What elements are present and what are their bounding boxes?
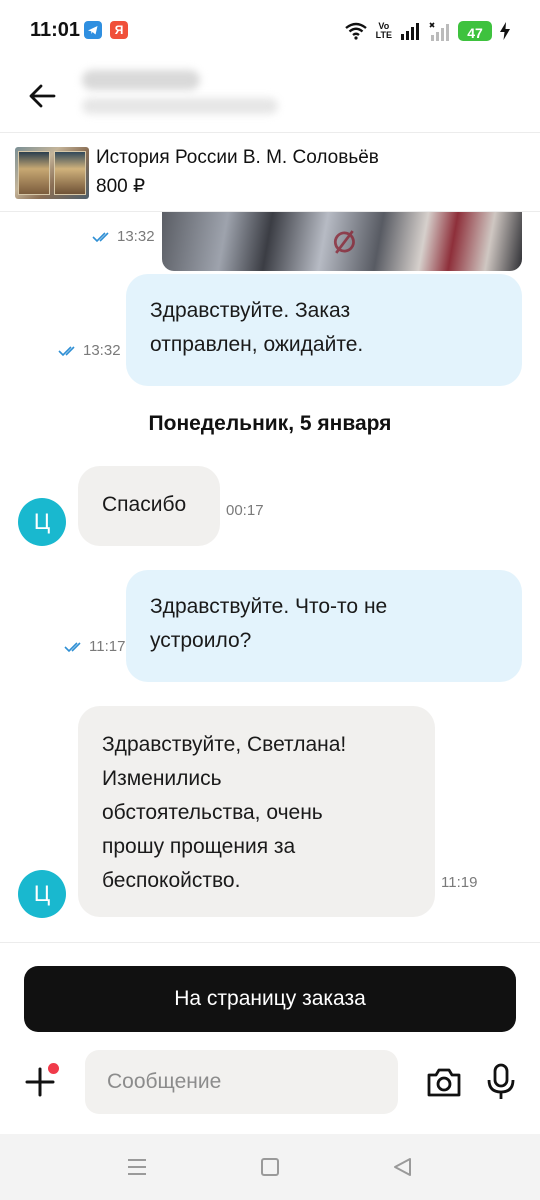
book-cover-image bbox=[18, 151, 50, 195]
product-price: 800 ₽ bbox=[96, 176, 146, 197]
message-text-line: Здравствуйте, Светлана! bbox=[102, 733, 347, 756]
signal-icon bbox=[401, 23, 419, 40]
message-bubble-incoming[interactable]: Спасибо bbox=[78, 466, 220, 546]
chat-header bbox=[0, 62, 540, 132]
message-text-line: прошу прощения за bbox=[102, 835, 296, 858]
double-check-icon bbox=[64, 641, 81, 652]
message-meta: 11:19 bbox=[441, 874, 477, 891]
system-back-button[interactable] bbox=[390, 1154, 416, 1180]
double-check-icon bbox=[92, 231, 109, 242]
wifi-icon bbox=[344, 22, 367, 40]
microphone-button[interactable] bbox=[484, 1062, 518, 1102]
status-icons: Vo LTE 47 bbox=[344, 18, 510, 44]
system-nav-bar bbox=[0, 1134, 540, 1200]
square-icon bbox=[261, 1158, 279, 1176]
menu-icon bbox=[128, 1159, 146, 1175]
charging-icon bbox=[500, 22, 510, 40]
message-meta: 13:32 bbox=[58, 342, 121, 359]
message-time: 11:19 bbox=[441, 874, 478, 891]
recents-button[interactable] bbox=[124, 1154, 150, 1180]
back-button[interactable] bbox=[24, 78, 60, 114]
message-text-line: отправлен, ожидайте. bbox=[150, 333, 364, 356]
camera-button[interactable] bbox=[425, 1064, 463, 1100]
avatar[interactable]: Ц bbox=[18, 870, 66, 918]
microphone-icon bbox=[487, 1063, 515, 1099]
message-time: 00:17 bbox=[226, 502, 264, 519]
product-title: История России В. М. Соловьёв bbox=[96, 147, 379, 168]
message-text-line: Спасибо bbox=[102, 493, 187, 516]
go-to-order-button[interactable]: На страницу заказа bbox=[24, 966, 516, 1032]
volte-indicator: Vo LTE bbox=[375, 21, 392, 40]
message-time: 13:32 bbox=[117, 228, 155, 245]
message-input[interactable] bbox=[85, 1050, 398, 1114]
notification-dot bbox=[48, 1063, 59, 1074]
message-text-line: Здравствуйте. Что-то не bbox=[150, 595, 388, 618]
signal-weak-icon bbox=[429, 22, 449, 41]
message-text-line: обстоятельства, очень bbox=[102, 801, 323, 824]
chat-messages[interactable]: 13:32 ⌀ 13:32 Здравствуйте. Заказ отправ… bbox=[0, 212, 540, 942]
message-text-line: Изменились bbox=[102, 767, 222, 790]
status-bar: 11:01 Я Vo LTE 47 bbox=[0, 0, 540, 62]
photo-content: ⌀ bbox=[328, 214, 360, 264]
avatar[interactable]: Ц bbox=[18, 498, 66, 546]
battery-indicator: 47 bbox=[458, 21, 492, 41]
message-meta: 11:17 bbox=[64, 638, 125, 655]
day-separator: Понедельник, 5 января bbox=[148, 412, 392, 435]
message-text-line: беспокойство. bbox=[102, 869, 241, 892]
message-time: 13:32 bbox=[83, 342, 121, 359]
camera-icon bbox=[427, 1068, 461, 1097]
product-card[interactable]: История России В. М. Соловьёв 800 ₽ bbox=[0, 132, 540, 212]
message-bubble-outgoing[interactable]: Здравствуйте. Что-то не устроило? bbox=[126, 570, 522, 682]
message-bubble-incoming[interactable]: Здравствуйте, Светлана! Изменились обсто… bbox=[78, 706, 435, 917]
arrow-left-icon bbox=[29, 84, 56, 108]
message-text-line: Здравствуйте. Заказ bbox=[150, 299, 351, 322]
double-check-icon bbox=[58, 345, 75, 356]
divider bbox=[0, 942, 540, 943]
triangle-back-icon bbox=[394, 1158, 411, 1176]
contact-name-blurred bbox=[82, 70, 200, 90]
book-cover-image bbox=[54, 151, 86, 195]
message-time: 11:17 bbox=[89, 638, 126, 655]
message-meta: 00:17 bbox=[226, 502, 264, 519]
message-photo[interactable]: ⌀ bbox=[162, 212, 522, 271]
telegram-icon bbox=[84, 21, 102, 39]
message-text-line: устроило? bbox=[150, 629, 252, 652]
message-meta: 13:32 bbox=[92, 228, 155, 245]
contact-status-blurred bbox=[82, 98, 278, 114]
product-thumbnail bbox=[15, 147, 89, 199]
yandex-icon: Я bbox=[110, 21, 128, 39]
home-button[interactable] bbox=[257, 1154, 283, 1180]
status-time: 11:01 bbox=[30, 19, 81, 41]
message-bubble-outgoing[interactable]: Здравствуйте. Заказ отправлен, ожидайте. bbox=[126, 274, 522, 386]
